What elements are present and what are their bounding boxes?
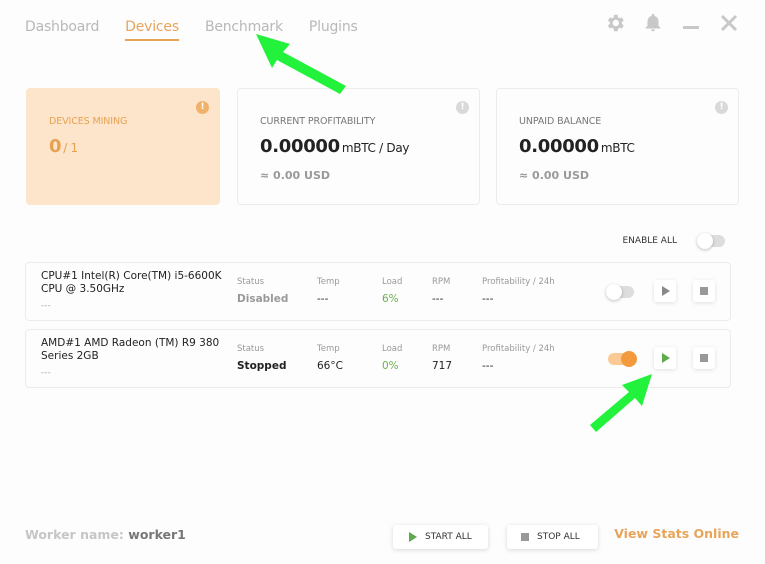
bell-icon[interactable] (641, 11, 665, 35)
temp-header: Temp (317, 277, 340, 287)
devices-mining-value: 0/ 1 (49, 136, 78, 157)
stop-all-label: STOP ALL (537, 532, 580, 542)
devices-mining-card: ! DEVICES MINING 0/ 1 (26, 88, 220, 205)
profit-amount: 0.00000 (260, 136, 340, 157)
info-icon[interactable]: ! (715, 101, 728, 114)
play-icon (662, 353, 670, 363)
rpm-header: RPM (432, 277, 451, 287)
load-value: 0% (382, 360, 399, 372)
start-all-label: START ALL (425, 532, 472, 542)
device-enable-toggle[interactable] (608, 351, 637, 367)
info-icon[interactable]: ! (456, 101, 469, 114)
stop-icon (700, 287, 708, 295)
unpaid-value: 0.00000 mBTC (519, 136, 635, 157)
temp-value: 66°C (317, 360, 343, 372)
tab-dashboard[interactable]: Dashboard (25, 19, 99, 41)
profit-usd: ≈ 0.00 USD (260, 169, 331, 182)
load-value: 6% (382, 293, 399, 305)
tab-devices[interactable]: Devices (125, 19, 179, 41)
stop-device-button[interactable] (693, 347, 715, 369)
worker-name: Worker name: worker1 (25, 527, 186, 542)
stop-icon (700, 354, 708, 362)
stop-icon (521, 533, 529, 541)
temp-header: Temp (317, 344, 340, 354)
load-header: Load (382, 344, 403, 354)
device-row: CPU#1 Intel(R) Core(TM) i5-6600K CPU @ 3… (25, 262, 731, 321)
load-header: Load (382, 277, 403, 287)
view-stats-online-link[interactable]: View Stats Online (614, 526, 739, 541)
profit-header: Profitability / 24h (482, 344, 555, 354)
card-title: DEVICES MINING (49, 116, 128, 127)
worker-name-value: worker1 (128, 527, 186, 542)
enable-all-toggle[interactable] (697, 233, 725, 249)
play-icon (409, 532, 417, 542)
profit-col: Profitability / 24h --- (482, 344, 555, 372)
load-col: Load 0% (382, 344, 402, 372)
rpm-col: RPM 717 (432, 344, 452, 372)
load-col: Load 6% (382, 277, 402, 305)
tab-benchmark[interactable]: Benchmark (205, 19, 283, 41)
play-icon (662, 286, 670, 296)
temp-value: --- (317, 293, 329, 305)
close-icon[interactable] (717, 11, 741, 35)
info-icon[interactable]: ! (196, 101, 209, 114)
status-col: Status Stopped (237, 344, 286, 372)
device-enable-toggle[interactable] (606, 284, 634, 300)
minimize-icon[interactable] (679, 11, 703, 35)
profit-value: --- (482, 293, 494, 305)
worker-name-label: Worker name: (25, 527, 124, 542)
mining-count: 0 (49, 136, 62, 157)
toggle-knob (621, 351, 637, 367)
stop-all-button[interactable]: STOP ALL (507, 525, 598, 549)
card-title: UNPAID BALANCE (519, 116, 602, 127)
rpm-col: RPM --- (432, 277, 450, 305)
unpaid-amount: 0.00000 (519, 136, 599, 157)
device-sub: --- (41, 301, 51, 311)
start-all-button[interactable]: START ALL (393, 525, 488, 549)
gear-icon[interactable] (603, 11, 627, 35)
mining-total: / 1 (63, 141, 78, 155)
start-device-button[interactable] (654, 280, 676, 302)
rpm-value: 717 (432, 360, 453, 372)
enable-all-label: ENABLE ALL (622, 236, 678, 246)
device-name: CPU#1 Intel(R) Core(TM) i5-6600K CPU @ 3… (41, 270, 222, 295)
main-nav: Dashboard Devices Benchmark Plugins (25, 19, 384, 41)
profit-value: --- (482, 360, 494, 372)
device-name: AMD#1 AMD Radeon (TM) R9 380 Series 2GB (41, 337, 220, 362)
rpm-value: --- (432, 293, 444, 305)
device-sub: --- (41, 368, 51, 378)
unpaid-usd: ≈ 0.00 USD (519, 169, 590, 182)
profitability-card: ! CURRENT PROFITABILITY 0.00000 mBTC / Da… (237, 88, 480, 205)
profit-header: Profitability / 24h (482, 277, 555, 287)
profit-unit: mBTC / Day (341, 141, 410, 155)
toggle-knob (697, 233, 713, 249)
profit-col: Profitability / 24h --- (482, 277, 555, 305)
status-value: Disabled (237, 293, 289, 305)
profitability-value: 0.00000 mBTC / Day (260, 136, 409, 157)
unpaid-unit: mBTC (600, 141, 635, 155)
status-header: Status (237, 277, 265, 287)
rpm-header: RPM (432, 344, 451, 354)
tab-plugins[interactable]: Plugins (309, 19, 358, 41)
unpaid-balance-card: ! UNPAID BALANCE 0.00000 mBTC ≈ 0.00 USD (496, 88, 739, 205)
card-title: CURRENT PROFITABILITY (260, 116, 376, 127)
status-header: Status (237, 344, 265, 354)
toggle-knob (606, 284, 622, 300)
device-row: AMD#1 AMD Radeon (TM) R9 380 Series 2GB … (25, 329, 731, 388)
status-col: Status Disabled (237, 277, 288, 305)
window-controls (603, 11, 741, 35)
status-value: Stopped (237, 360, 287, 372)
start-device-button[interactable] (654, 347, 676, 369)
temp-col: Temp 66°C (317, 344, 343, 372)
enable-all-row: ENABLE ALL (622, 233, 725, 249)
stop-device-button[interactable] (693, 280, 715, 302)
temp-col: Temp --- (317, 277, 340, 305)
